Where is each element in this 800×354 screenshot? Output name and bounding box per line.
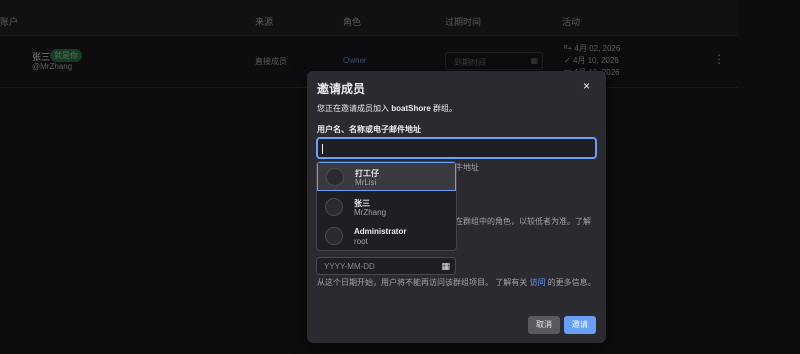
date-placeholder: YYYY-MM-DD [324, 262, 375, 271]
help-suffix: 的更多信息。 [545, 278, 596, 287]
modal-title: 邀请成员 [317, 82, 366, 96]
text-caret [322, 143, 323, 154]
close-icon[interactable]: × [583, 79, 590, 93]
suggestion-username: MrZhang [354, 208, 387, 217]
suggestion-username: MrLisi [355, 178, 377, 187]
suggestion-username: root [354, 237, 368, 246]
invite-button[interactable]: 邀请 [564, 316, 596, 334]
access-expiry-input[interactable]: YYYY-MM-DD ▦ [316, 257, 456, 275]
expiry-help-text: 从这个日期开始，用户将不能再访问该群组项目。 了解有关 访问 的更多信息。 [317, 278, 599, 288]
help-prefix: 从这个日期开始，用户将不能再访问该群组项目。 了解有关 [317, 278, 530, 287]
intro-suffix: 群组。 [430, 104, 458, 113]
suggestion-item[interactable]: 打工仔 MrLisi [317, 162, 456, 191]
calendar-icon[interactable]: ▦ [441, 261, 450, 272]
avatar [326, 168, 344, 186]
suggestion-name: Administrator [354, 227, 407, 236]
suggestion-item[interactable]: Administrator root [317, 222, 456, 250]
avatar [325, 227, 343, 245]
intro-text: 您正在邀请成员加入 boatShore 群组。 [317, 103, 457, 114]
search-label: 用户名、名称或电子邮件地址 [317, 125, 421, 134]
partial-hint: 牛地址 [455, 163, 479, 172]
partial-role-text: 在群组中的角色，以较低者为准。了解 [455, 217, 591, 226]
page: 账户 来源 角色 过期时间 活动 张三 就是你 @MrZhang 直接成员 Ow… [0, 0, 800, 354]
group-name: boatShore [391, 104, 431, 113]
access-link[interactable]: 访问 [529, 278, 545, 287]
avatar [325, 198, 343, 216]
user-suggestions: 打工仔 MrLisi 张三 MrZhang Administrator root [316, 161, 457, 251]
search-input[interactable] [316, 137, 597, 159]
cancel-button[interactable]: 取消 [528, 316, 560, 334]
suggestion-item[interactable]: 张三 MrZhang [317, 193, 456, 222]
intro-prefix: 您正在邀请成员加入 [317, 104, 392, 113]
